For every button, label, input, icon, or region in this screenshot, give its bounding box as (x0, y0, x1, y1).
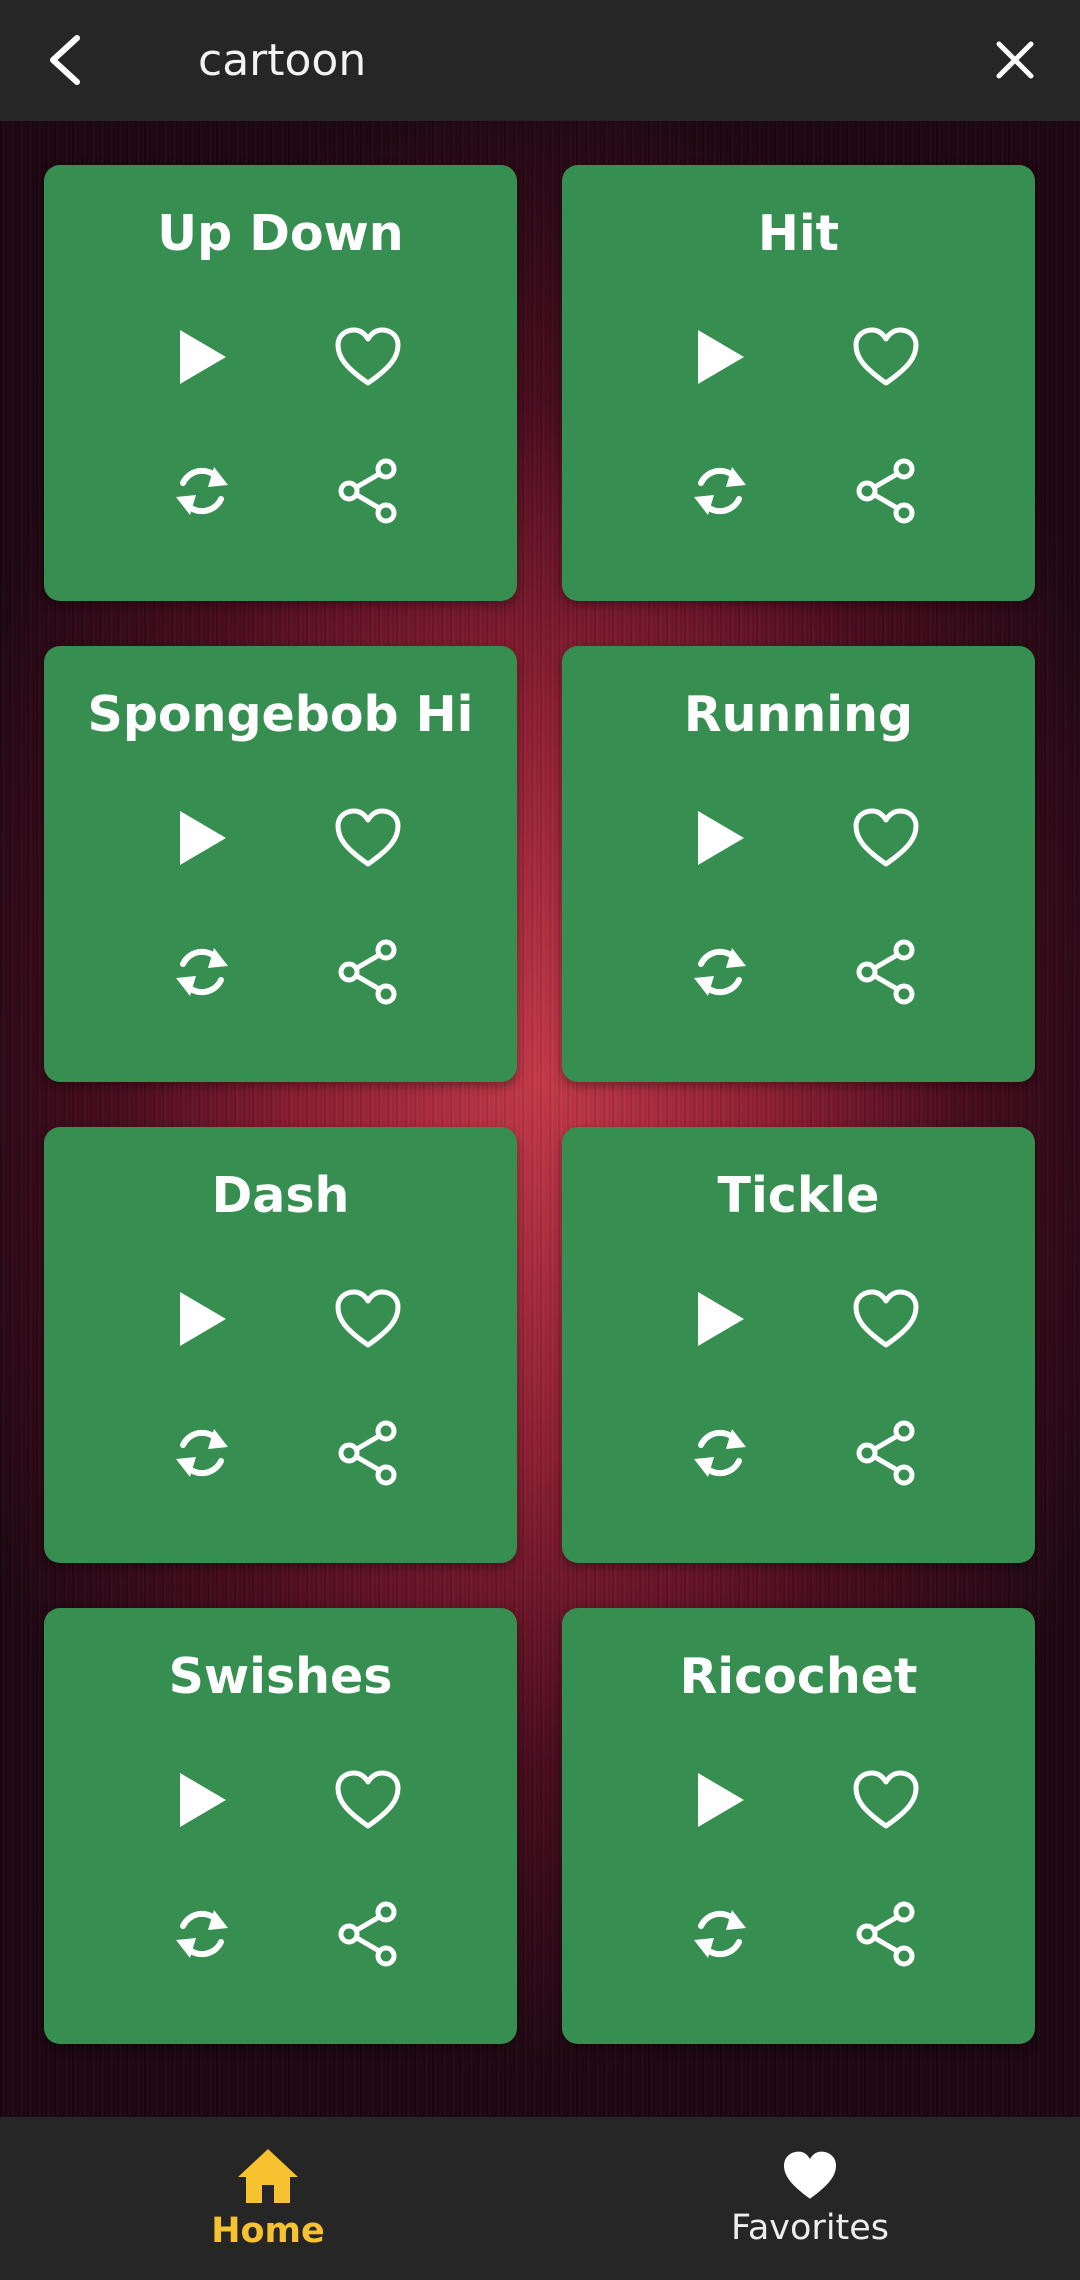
repeat-button[interactable] (682, 1896, 758, 1972)
share-icon (338, 1420, 397, 1486)
share-icon (856, 458, 915, 524)
repeat-icon (176, 948, 228, 996)
share-icon (338, 458, 397, 524)
sound-card: Running (562, 646, 1035, 1082)
repeat-icon (694, 948, 746, 996)
sound-title: Tickle (717, 1167, 880, 1224)
heart-outline-icon (335, 327, 401, 386)
back-button[interactable] (30, 25, 100, 95)
tab-home[interactable]: Home (118, 2117, 418, 2280)
repeat-icon (694, 1429, 746, 1477)
tab-home-label: Home (211, 2210, 325, 2251)
search-bar: cartoon (0, 0, 1080, 121)
share-button[interactable] (330, 453, 406, 529)
search-input[interactable]: cartoon (198, 0, 366, 121)
favorite-button[interactable] (330, 319, 406, 395)
share-button[interactable] (848, 453, 924, 529)
sound-card: Up Down (44, 165, 517, 601)
clear-search-button[interactable] (980, 25, 1050, 95)
tab-favorites[interactable]: Favorites (660, 2117, 960, 2280)
sound-title: Up Down (157, 205, 404, 262)
play-button[interactable] (682, 800, 758, 876)
share-button[interactable] (330, 1415, 406, 1491)
play-button[interactable] (682, 1762, 758, 1838)
sound-card: Hit (562, 165, 1035, 601)
favorite-button[interactable] (330, 800, 406, 876)
play-icon (180, 811, 226, 865)
heart-outline-icon (335, 1770, 401, 1829)
favorite-button[interactable] (330, 1281, 406, 1357)
sound-grid: Up Down Hit Spongebob Hi Running Dash Ti… (44, 165, 1036, 2044)
play-button[interactable] (682, 1281, 758, 1357)
sound-card: Dash (44, 1127, 517, 1563)
sound-title: Hit (757, 205, 840, 262)
share-icon (856, 1901, 915, 1967)
share-icon (338, 939, 397, 1005)
play-button[interactable] (164, 1281, 240, 1357)
sound-card: Swishes (44, 1608, 517, 2044)
sound-title: Dash (211, 1167, 350, 1224)
sound-card: Ricochet (562, 1608, 1035, 2044)
bottom-navigation: Home Favorites (0, 2117, 1080, 2280)
close-icon (996, 41, 1034, 79)
repeat-icon (694, 467, 746, 515)
heart-outline-icon (335, 808, 401, 867)
share-button[interactable] (330, 934, 406, 1010)
favorite-button[interactable] (330, 1762, 406, 1838)
sound-title: Ricochet (679, 1648, 918, 1705)
heart-outline-icon (853, 1770, 919, 1829)
play-icon (180, 330, 226, 384)
play-button[interactable] (682, 319, 758, 395)
share-button[interactable] (848, 1415, 924, 1491)
share-button[interactable] (848, 934, 924, 1010)
play-icon (698, 1773, 744, 1827)
tab-favorites-label: Favorites (730, 2207, 890, 2248)
repeat-button[interactable] (164, 934, 240, 1010)
repeat-button[interactable] (164, 453, 240, 529)
heart-filled-icon (784, 2151, 836, 2199)
share-icon (338, 1901, 397, 1967)
play-icon (180, 1292, 226, 1346)
sound-title: Swishes (168, 1648, 393, 1705)
repeat-button[interactable] (682, 453, 758, 529)
share-icon (856, 1420, 915, 1486)
sound-title: Spongebob Hi (87, 686, 474, 743)
chevron-left-icon (50, 35, 80, 85)
repeat-button[interactable] (682, 1415, 758, 1491)
heart-outline-icon (853, 327, 919, 386)
sound-title: Running (683, 686, 914, 743)
home-icon (238, 2148, 298, 2203)
favorite-button[interactable] (848, 319, 924, 395)
favorite-button[interactable] (848, 1281, 924, 1357)
heart-outline-icon (335, 1289, 401, 1348)
play-button[interactable] (164, 319, 240, 395)
favorite-button[interactable] (848, 1762, 924, 1838)
repeat-button[interactable] (164, 1896, 240, 1972)
share-button[interactable] (848, 1896, 924, 1972)
play-icon (698, 1292, 744, 1346)
heart-outline-icon (853, 1289, 919, 1348)
repeat-button[interactable] (682, 934, 758, 1010)
heart-outline-icon (853, 808, 919, 867)
play-icon (180, 1773, 226, 1827)
play-button[interactable] (164, 1762, 240, 1838)
share-icon (856, 939, 915, 1005)
repeat-icon (176, 1429, 228, 1477)
play-icon (698, 811, 744, 865)
repeat-icon (176, 467, 228, 515)
play-icon (698, 330, 744, 384)
repeat-icon (694, 1910, 746, 1958)
repeat-icon (176, 1910, 228, 1958)
share-button[interactable] (330, 1896, 406, 1972)
favorite-button[interactable] (848, 800, 924, 876)
play-button[interactable] (164, 800, 240, 876)
sound-card: Spongebob Hi (44, 646, 517, 1082)
sound-card: Tickle (562, 1127, 1035, 1563)
repeat-button[interactable] (164, 1415, 240, 1491)
